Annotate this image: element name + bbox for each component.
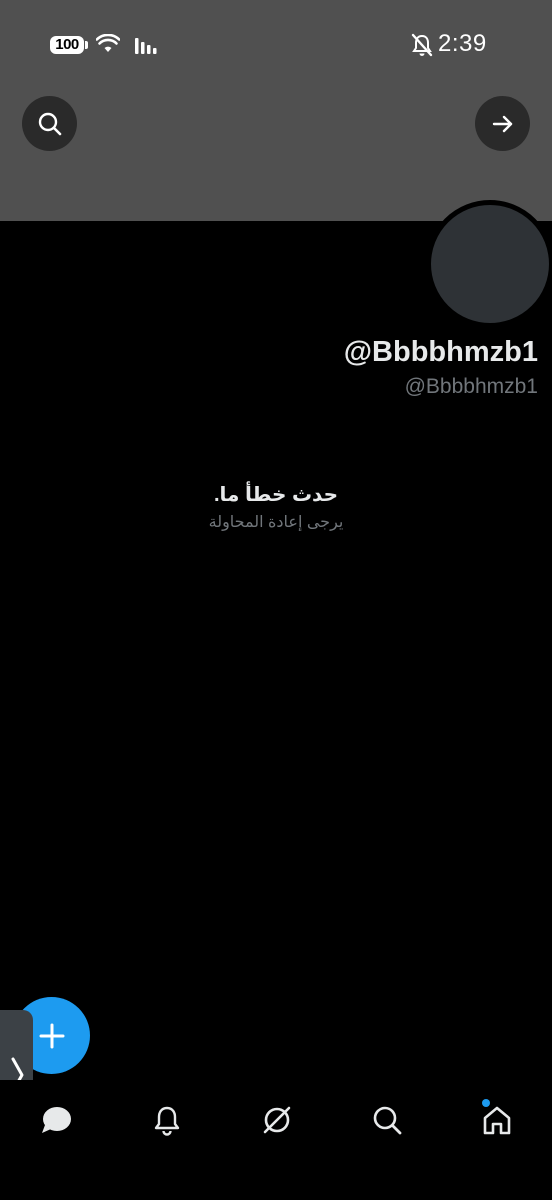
signal-icon xyxy=(135,38,157,54)
bottom-navigation xyxy=(0,1080,552,1160)
avatar[interactable] xyxy=(426,200,552,328)
forward-button[interactable] xyxy=(475,96,530,151)
arrow-right-icon xyxy=(492,115,512,132)
nav-messages[interactable] xyxy=(36,1100,76,1140)
search-button[interactable] xyxy=(22,96,77,151)
battery-indicator: 100 xyxy=(50,36,88,54)
plus-icon xyxy=(39,1023,64,1048)
nav-explore[interactable] xyxy=(367,1100,407,1140)
wifi-icon xyxy=(96,34,120,52)
error-title: حدث خطأ ما. xyxy=(213,484,339,506)
status-bar: 100 2:39 xyxy=(0,0,552,90)
search-icon xyxy=(373,1106,402,1135)
nav-notifications[interactable] xyxy=(147,1100,187,1140)
error-subtitle: يرجى إعادة المحاولة xyxy=(208,514,344,531)
bell-muted-icon xyxy=(411,33,433,57)
profile-display-name: @Bbbbhmzb1 xyxy=(343,336,538,368)
profile-screen: 100 2:39 @Bbbbhmzb1 @Bbbbhmzb1 حدث خطأ م… xyxy=(0,0,552,1200)
messages-icon xyxy=(42,1107,71,1133)
bell-icon xyxy=(154,1106,180,1136)
home-icon xyxy=(483,1106,511,1135)
grok-icon xyxy=(263,1106,291,1134)
search-icon xyxy=(38,112,61,135)
home-unread-dot xyxy=(482,1099,490,1107)
nav-grok[interactable] xyxy=(257,1100,297,1140)
status-time: 2:39 xyxy=(438,30,487,57)
profile-handle: @Bbbbhmzb1 xyxy=(404,375,538,398)
